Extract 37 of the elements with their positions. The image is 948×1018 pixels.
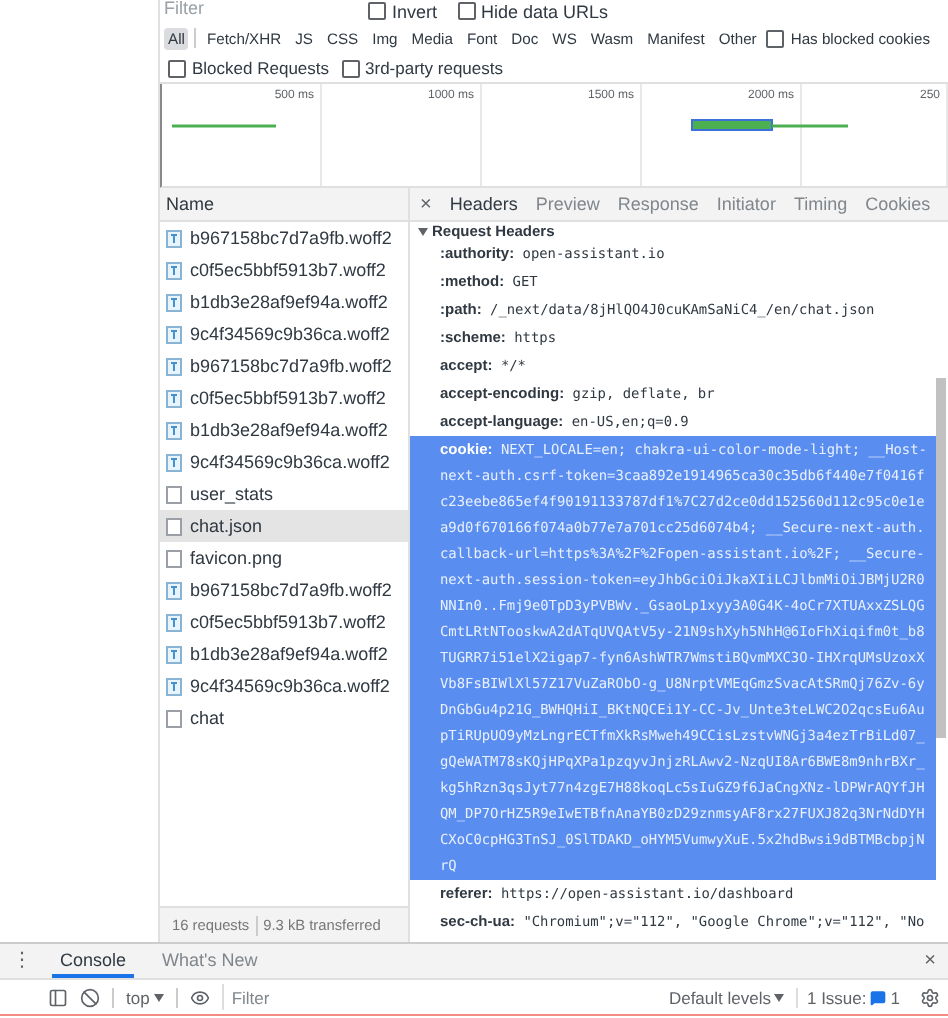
message-icon [870, 989, 887, 1006]
context-dropdown[interactable]: top [126, 987, 164, 1008]
levels-dropdown[interactable]: Default levels [668, 987, 785, 1008]
file-icon [166, 453, 182, 471]
file-icon [166, 389, 182, 407]
sidebar-icon[interactable] [48, 987, 68, 1008]
checkbox-option[interactable]: Hide data URLs [457, 1, 609, 21]
scrollbar-thumb[interactable] [936, 378, 946, 738]
timeline-bar [172, 124, 276, 128]
checkbox-option[interactable]: Invert [368, 1, 438, 21]
close-button[interactable]: × [420, 193, 432, 215]
request-row[interactable]: chat.json [160, 510, 408, 542]
file-icon [166, 421, 182, 439]
file-icon [166, 645, 182, 663]
checkbox-option[interactable]: Blocked Requests [168, 58, 330, 78]
menu-icon[interactable]: ⋮ [12, 950, 32, 973]
clear-icon[interactable] [80, 987, 100, 1008]
file-icon [166, 581, 182, 599]
file-icon [166, 229, 182, 247]
issues-button[interactable]: 1 Issue: 1 [796, 987, 908, 1008]
caret-icon [153, 993, 164, 1002]
detail-tab[interactable]: Headers [449, 194, 518, 214]
column-header[interactable]: Name [160, 188, 408, 222]
file-icon [166, 293, 182, 311]
settings-icon[interactable] [920, 987, 940, 1008]
checkbox-option[interactable]: 3rd-party requests [341, 58, 503, 78]
file-icon [166, 613, 182, 631]
caret-icon [418, 227, 428, 235]
file-icon [166, 357, 182, 375]
document-icon [166, 709, 182, 727]
close-button[interactable]: × [924, 950, 936, 973]
eye-icon[interactable] [189, 987, 210, 1008]
drawer-tab[interactable]: Console [52, 945, 135, 978]
caret-icon [774, 993, 785, 1002]
file-icon [166, 261, 182, 279]
file-icon [166, 677, 182, 695]
file-icon [166, 325, 182, 343]
